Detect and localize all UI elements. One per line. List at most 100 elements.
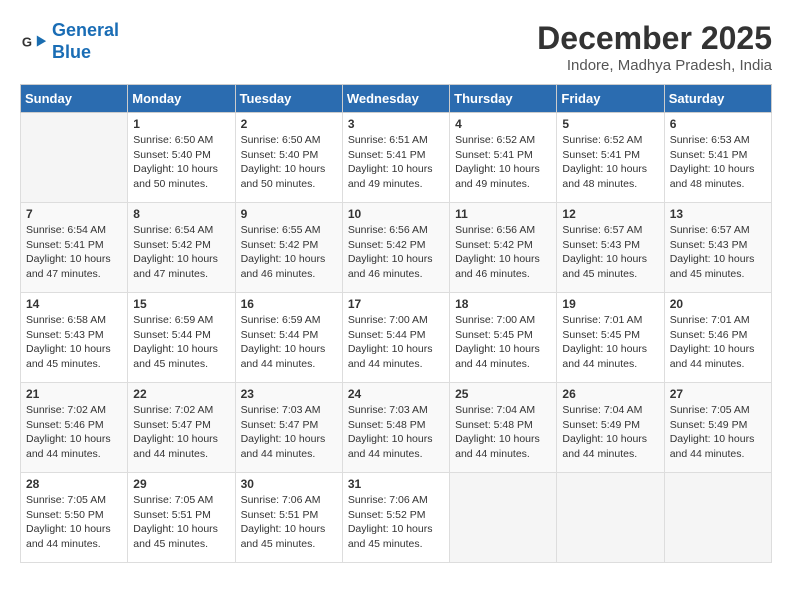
- day-number: 22: [133, 387, 229, 401]
- day-number: 3: [348, 117, 444, 131]
- day-number: 31: [348, 477, 444, 491]
- day-info: Sunrise: 6:59 AM Sunset: 5:44 PM Dayligh…: [241, 313, 337, 372]
- week-row-5: 28Sunrise: 7:05 AM Sunset: 5:50 PM Dayli…: [21, 473, 772, 563]
- day-number: 5: [562, 117, 658, 131]
- logo-line2: Blue: [52, 42, 91, 62]
- day-info: Sunrise: 7:00 AM Sunset: 5:45 PM Dayligh…: [455, 313, 551, 372]
- week-row-4: 21 Sunrise: 7:02 AM Sunset: 5:46 PM Dayli…: [21, 383, 772, 473]
- subtitle: Indore, Madhya Pradesh, India: [537, 57, 772, 74]
- day-number: 25: [455, 387, 551, 401]
- day-info: Sunrise: 6:59 AM Sunset: 5:44 PM Dayligh…: [133, 313, 229, 372]
- day-info: Sunrise: 6:51 AM Sunset: 5:41 PM Dayligh…: [348, 133, 444, 192]
- calendar-cell: 20 Sunrise: 7:01 AM Sunset: 5:46 PM Dayli…: [664, 293, 771, 383]
- calendar-cell: 27 Sunrise: 7:05 AM Sunset: 5:49 PM Dayli…: [664, 383, 771, 473]
- day-info: Sunrise: 7:06 AM Sunset: 5:52 PM Dayligh…: [348, 493, 444, 552]
- day-info: Sunrise: 6:58 AM Sunset: 5:43 PM Dayligh…: [26, 313, 122, 372]
- day-info: Sunrise: 6:54 AM Sunset: 5:42 PM Dayligh…: [133, 223, 229, 282]
- calendar-cell: 16Sunrise: 6:59 AM Sunset: 5:44 PM Dayli…: [235, 293, 342, 383]
- day-info: Sunrise: 7:02 AM Sunset: 5:47 PM Dayligh…: [133, 403, 229, 462]
- calendar-cell: 10 Sunrise: 6:56 AM Sunset: 5:42 PM Dayli…: [342, 203, 449, 293]
- day-info: Sunrise: 7:01 AM Sunset: 5:46 PM Dayligh…: [670, 313, 766, 372]
- day-number: 18: [455, 297, 551, 311]
- calendar-cell: 5 Sunrise: 6:52 AM Sunset: 5:41 PM Daylig…: [557, 113, 664, 203]
- day-info: Sunrise: 7:01 AM Sunset: 5:45 PM Dayligh…: [562, 313, 658, 372]
- calendar-cell: [664, 473, 771, 563]
- calendar-cell: 26 Sunrise: 7:04 AM Sunset: 5:49 PM Dayli…: [557, 383, 664, 473]
- calendar-cell: 7 Sunrise: 6:54 AM Sunset: 5:41 PM Daylig…: [21, 203, 128, 293]
- day-number: 19: [562, 297, 658, 311]
- day-number: 1: [133, 117, 229, 131]
- page-header: G General Blue December 2025 Indore, Mad…: [20, 20, 772, 74]
- calendar-cell: 30 Sunrise: 7:06 AM Sunset: 5:51 PM Dayli…: [235, 473, 342, 563]
- calendar-cell: 13 Sunrise: 6:57 AM Sunset: 5:43 PM Dayli…: [664, 203, 771, 293]
- day-info: Sunrise: 6:57 AM Sunset: 5:43 PM Dayligh…: [562, 223, 658, 282]
- calendar-cell: 22 Sunrise: 7:02 AM Sunset: 5:47 PM Dayli…: [128, 383, 235, 473]
- day-info: Sunrise: 6:54 AM Sunset: 5:41 PM Dayligh…: [26, 223, 122, 282]
- day-info: Sunrise: 7:04 AM Sunset: 5:49 PM Dayligh…: [562, 403, 658, 462]
- day-number: 2: [241, 117, 337, 131]
- day-number: 26: [562, 387, 658, 401]
- day-number: 7: [26, 207, 122, 221]
- logo-icon: G: [20, 28, 48, 56]
- title-block: December 2025 Indore, Madhya Pradesh, In…: [537, 20, 772, 74]
- calendar-cell: 23 Sunrise: 7:03 AM Sunset: 5:47 PM Dayli…: [235, 383, 342, 473]
- day-number: 15: [133, 297, 229, 311]
- month-title: December 2025: [537, 20, 772, 57]
- calendar-cell: 24Sunrise: 7:03 AM Sunset: 5:48 PM Dayli…: [342, 383, 449, 473]
- calendar-cell: 25 Sunrise: 7:04 AM Sunset: 5:48 PM Dayli…: [450, 383, 557, 473]
- header-sunday: Sunday: [21, 85, 128, 113]
- week-row-1: 1 Sunrise: 6:50 AM Sunset: 5:40 PM Daylig…: [21, 113, 772, 203]
- day-info: Sunrise: 7:06 AM Sunset: 5:51 PM Dayligh…: [241, 493, 337, 552]
- day-info: Sunrise: 6:53 AM Sunset: 5:41 PM Dayligh…: [670, 133, 766, 192]
- header-monday: Monday: [128, 85, 235, 113]
- day-info: Sunrise: 7:05 AM Sunset: 5:50 PM Dayligh…: [26, 493, 122, 552]
- calendar-cell: 17 Sunrise: 7:00 AM Sunset: 5:44 PM Dayli…: [342, 293, 449, 383]
- day-info: Sunrise: 7:00 AM Sunset: 5:44 PM Dayligh…: [348, 313, 444, 372]
- calendar-cell: 19 Sunrise: 7:01 AM Sunset: 5:45 PM Dayli…: [557, 293, 664, 383]
- day-info: Sunrise: 6:56 AM Sunset: 5:42 PM Dayligh…: [455, 223, 551, 282]
- day-info: Sunrise: 6:56 AM Sunset: 5:42 PM Dayligh…: [348, 223, 444, 282]
- day-info: Sunrise: 7:04 AM Sunset: 5:48 PM Dayligh…: [455, 403, 551, 462]
- calendar-cell: 15 Sunrise: 6:59 AM Sunset: 5:44 PM Dayli…: [128, 293, 235, 383]
- day-info: Sunrise: 6:52 AM Sunset: 5:41 PM Dayligh…: [562, 133, 658, 192]
- day-number: 30: [241, 477, 337, 491]
- day-info: Sunrise: 7:02 AM Sunset: 5:46 PM Dayligh…: [26, 403, 122, 462]
- day-number: 10: [348, 207, 444, 221]
- calendar-cell: 28Sunrise: 7:05 AM Sunset: 5:50 PM Dayli…: [21, 473, 128, 563]
- day-info: Sunrise: 7:05 AM Sunset: 5:49 PM Dayligh…: [670, 403, 766, 462]
- calendar-cell: 2 Sunrise: 6:50 AM Sunset: 5:40 PM Daylig…: [235, 113, 342, 203]
- header-saturday: Saturday: [664, 85, 771, 113]
- header-wednesday: Wednesday: [342, 85, 449, 113]
- header-thursday: Thursday: [450, 85, 557, 113]
- day-info: Sunrise: 6:50 AM Sunset: 5:40 PM Dayligh…: [241, 133, 337, 192]
- calendar-cell: 6 Sunrise: 6:53 AM Sunset: 5:41 PM Daylig…: [664, 113, 771, 203]
- day-info: Sunrise: 6:50 AM Sunset: 5:40 PM Dayligh…: [133, 133, 229, 192]
- logo: G General Blue: [20, 20, 119, 63]
- day-number: 20: [670, 297, 766, 311]
- day-info: Sunrise: 7:03 AM Sunset: 5:47 PM Dayligh…: [241, 403, 337, 462]
- day-number: 13: [670, 207, 766, 221]
- day-info: Sunrise: 6:57 AM Sunset: 5:43 PM Dayligh…: [670, 223, 766, 282]
- calendar-cell: 14Sunrise: 6:58 AM Sunset: 5:43 PM Dayli…: [21, 293, 128, 383]
- week-row-3: 14Sunrise: 6:58 AM Sunset: 5:43 PM Dayli…: [21, 293, 772, 383]
- day-info: Sunrise: 6:55 AM Sunset: 5:42 PM Dayligh…: [241, 223, 337, 282]
- day-info: Sunrise: 7:03 AM Sunset: 5:48 PM Dayligh…: [348, 403, 444, 462]
- day-info: Sunrise: 6:52 AM Sunset: 5:41 PM Dayligh…: [455, 133, 551, 192]
- week-row-2: 7 Sunrise: 6:54 AM Sunset: 5:41 PM Daylig…: [21, 203, 772, 293]
- calendar-cell: [21, 113, 128, 203]
- calendar-cell: [450, 473, 557, 563]
- calendar-cell: 8 Sunrise: 6:54 AM Sunset: 5:42 PM Daylig…: [128, 203, 235, 293]
- calendar-cell: 31 Sunrise: 7:06 AM Sunset: 5:52 PM Dayli…: [342, 473, 449, 563]
- day-number: 17: [348, 297, 444, 311]
- day-number: 23: [241, 387, 337, 401]
- calendar-cell: [557, 473, 664, 563]
- day-number: 21: [26, 387, 122, 401]
- day-number: 8: [133, 207, 229, 221]
- day-number: 6: [670, 117, 766, 131]
- calendar-cell: 18 Sunrise: 7:00 AM Sunset: 5:45 PM Dayli…: [450, 293, 557, 383]
- calendar-cell: 29Sunrise: 7:05 AM Sunset: 5:51 PM Dayli…: [128, 473, 235, 563]
- day-number: 27: [670, 387, 766, 401]
- svg-text:G: G: [22, 34, 32, 49]
- calendar-header-row: SundayMondayTuesdayWednesdayThursdayFrid…: [21, 85, 772, 113]
- logo-line1: General: [52, 20, 119, 40]
